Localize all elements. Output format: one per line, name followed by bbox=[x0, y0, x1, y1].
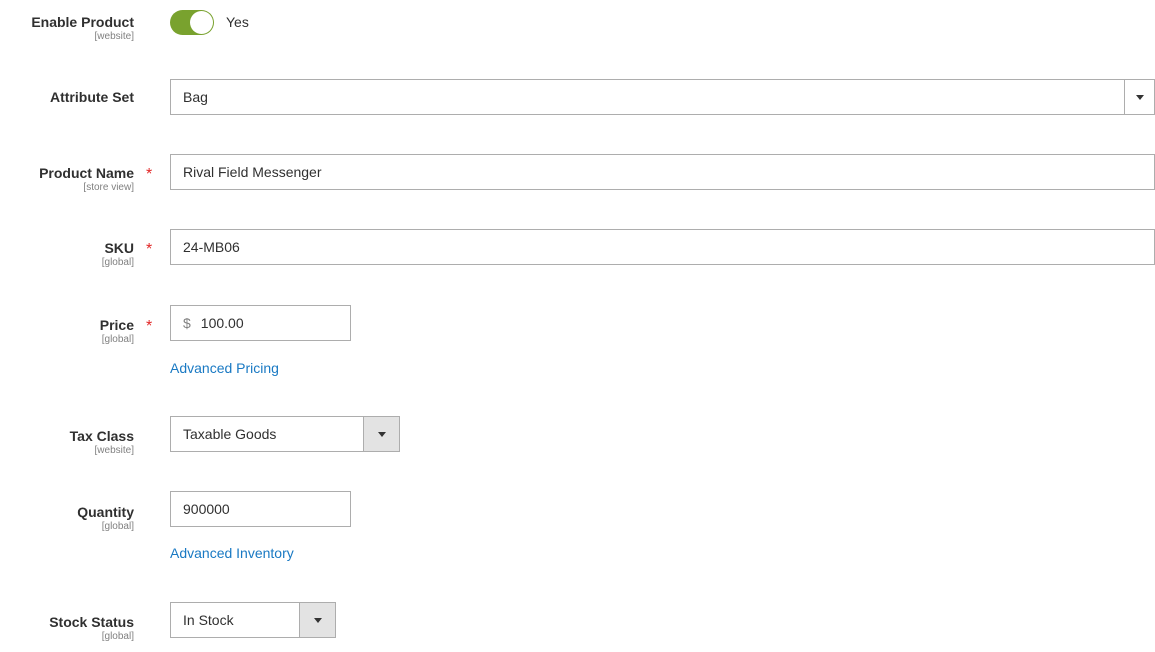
product-name-label: Product Name bbox=[39, 165, 134, 181]
sku-scope: [global] bbox=[101, 257, 134, 268]
stock-status-label: Stock Status bbox=[49, 614, 134, 630]
attribute-set-value: Bag bbox=[183, 89, 208, 105]
chevron-down-icon bbox=[313, 618, 322, 623]
sku-label-group: SKU [global] bbox=[0, 240, 134, 269]
attribute-set-dropdown-button[interactable] bbox=[1124, 80, 1154, 114]
stock-status-dropdown-button[interactable] bbox=[299, 603, 335, 637]
attribute-set-label-group: Attribute Set bbox=[0, 89, 134, 106]
stock-status-select[interactable]: In Stock bbox=[170, 602, 336, 638]
advanced-pricing-link[interactable]: Advanced Pricing bbox=[170, 360, 279, 376]
stock-status-scope: [global] bbox=[101, 631, 134, 642]
quantity-label-group: Quantity [global] bbox=[0, 504, 134, 533]
attribute-set-select[interactable]: Bag bbox=[170, 79, 1155, 115]
attribute-set-label: Attribute Set bbox=[50, 89, 134, 105]
price-label: Price bbox=[99, 317, 134, 333]
required-mark: * bbox=[146, 318, 153, 335]
product-name-label-group: Product Name [store view] bbox=[0, 165, 134, 194]
tax-class-scope: [website] bbox=[94, 445, 134, 456]
tax-class-label: Tax Class bbox=[69, 428, 134, 444]
sku-label: SKU bbox=[104, 240, 134, 256]
sku-input[interactable]: 24-MB06 bbox=[170, 229, 1155, 265]
tax-class-value: Taxable Goods bbox=[183, 426, 277, 442]
enable-product-toggle[interactable] bbox=[170, 10, 214, 35]
enable-product-label-group: Enable Product [website] bbox=[0, 14, 134, 43]
required-mark: * bbox=[146, 241, 153, 258]
quantity-input[interactable]: 900000 bbox=[170, 491, 351, 527]
quantity-scope: [global] bbox=[101, 521, 134, 532]
price-value: 100.00 bbox=[200, 315, 244, 331]
tax-class-dropdown-button[interactable] bbox=[363, 417, 399, 451]
product-name-input[interactable]: Rival Field Messenger bbox=[170, 154, 1155, 190]
tax-class-label-group: Tax Class [website] bbox=[0, 428, 134, 457]
price-scope: [global] bbox=[101, 334, 134, 345]
enable-product-scope: [website] bbox=[94, 31, 134, 42]
stock-status-value: In Stock bbox=[183, 612, 234, 628]
enable-product-label: Enable Product bbox=[31, 14, 134, 30]
toggle-knob bbox=[190, 11, 213, 34]
product-name-scope: [store view] bbox=[83, 182, 134, 193]
price-label-group: Price [global] bbox=[0, 317, 134, 346]
price-input[interactable]: $100.00 bbox=[170, 305, 351, 341]
quantity-label: Quantity bbox=[77, 504, 134, 520]
enable-product-value: Yes bbox=[226, 14, 249, 30]
currency-symbol: $ bbox=[183, 315, 191, 331]
stock-status-label-group: Stock Status [global] bbox=[0, 614, 134, 643]
chevron-down-icon bbox=[1135, 95, 1144, 100]
tax-class-select[interactable]: Taxable Goods bbox=[170, 416, 400, 452]
chevron-down-icon bbox=[377, 432, 386, 437]
advanced-inventory-link[interactable]: Advanced Inventory bbox=[170, 545, 294, 561]
required-mark: * bbox=[146, 166, 153, 183]
